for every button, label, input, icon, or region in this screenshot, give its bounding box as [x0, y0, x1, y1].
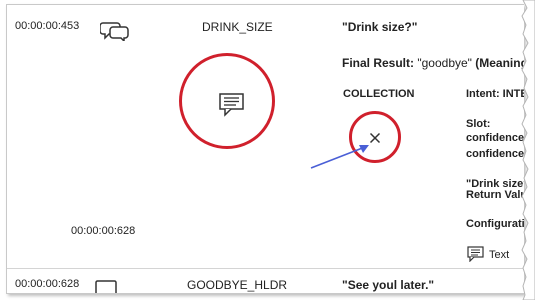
final-result-value: "goodbye"	[417, 56, 472, 70]
log-table: 00:00:00:453 DRINK_SIZE "Drink size?" Fi…	[6, 4, 524, 294]
confidence-2: confidence:	[466, 148, 524, 160]
row-end-time: 00:00:00:628	[71, 225, 136, 237]
row-time: 00:00:00:628	[15, 278, 80, 290]
configuration-label: Configurati	[466, 218, 524, 230]
row-prompt: "Drink size?"	[342, 20, 418, 34]
row-name: DRINK_SIZE	[202, 20, 273, 34]
confidence-1: confidence:	[466, 132, 524, 144]
speech-bubbles-icon[interactable]	[99, 19, 130, 46]
text-icon[interactable]	[467, 246, 485, 267]
slot-label: Slot:	[466, 118, 491, 130]
annotation-arrow	[310, 145, 369, 169]
return-value-label: Return Valu	[466, 189, 524, 201]
row-time: 00:00:00:453	[15, 20, 80, 32]
torn-edge	[521, 0, 535, 300]
final-result: Final Result: "goodbye" (Meaning	[342, 56, 524, 70]
meaning-label: (Meaning	[475, 56, 524, 70]
intent-label: Intent: INTEN	[466, 88, 524, 100]
row-prompt: "See youl later."	[342, 278, 435, 292]
final-result-label: Final Result:	[342, 56, 415, 70]
text-label[interactable]: Text	[489, 249, 509, 261]
collection-label: COLLECTION	[343, 88, 415, 100]
row-divider	[7, 268, 524, 269]
row-name: GOODBYE_HLDR	[187, 278, 288, 292]
message-icon[interactable]	[219, 93, 245, 122]
message-icon[interactable]	[95, 279, 119, 293]
